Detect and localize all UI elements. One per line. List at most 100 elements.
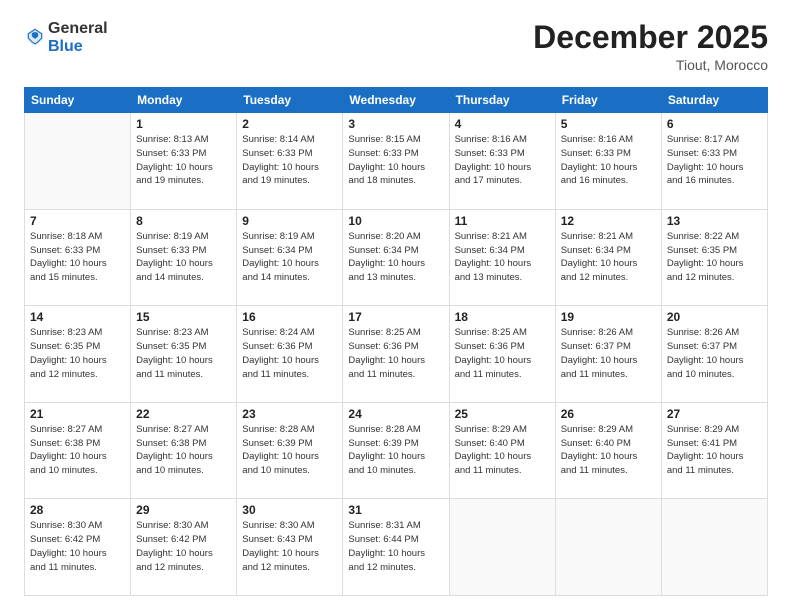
calendar-week-2: 7Sunrise: 8:18 AM Sunset: 6:33 PM Daylig… xyxy=(25,209,768,306)
weekday-header-tuesday: Tuesday xyxy=(237,88,343,113)
day-info: Sunrise: 8:30 AM Sunset: 6:42 PM Dayligh… xyxy=(136,519,231,574)
day-info: Sunrise: 8:17 AM Sunset: 6:33 PM Dayligh… xyxy=(667,133,762,188)
calendar-cell xyxy=(555,499,661,596)
calendar-cell: 15Sunrise: 8:23 AM Sunset: 6:35 PM Dayli… xyxy=(131,306,237,403)
day-number: 3 xyxy=(348,117,443,131)
calendar-cell: 18 Sunrise: 8:25 AM Sunset: 6:36 PM Dayli… xyxy=(449,306,555,403)
calendar-cell xyxy=(661,499,767,596)
calendar-cell: 17Sunrise: 8:25 AM Sunset: 6:36 PM Dayli… xyxy=(343,306,449,403)
calendar-cell: 26Sunrise: 8:29 AM Sunset: 6:40 PM Dayli… xyxy=(555,402,661,499)
day-info: Sunrise: 8:19 AM Sunset: 6:33 PM Dayligh… xyxy=(136,230,231,285)
day-number: 14 xyxy=(30,310,125,324)
day-number: 17 xyxy=(348,310,443,324)
day-number: 11 xyxy=(455,214,550,228)
weekday-header-saturday: Saturday xyxy=(661,88,767,113)
header: General Blue December 2025 Tiout, Morocc… xyxy=(24,20,768,73)
day-info: Sunrise: 8:30 AM Sunset: 6:43 PM Dayligh… xyxy=(242,519,337,574)
weekday-header-thursday: Thursday xyxy=(449,88,555,113)
day-info: Sunrise: 8:26 AM Sunset: 6:37 PM Dayligh… xyxy=(561,326,656,381)
day-info: Sunrise: 8:27 AM Sunset: 6:38 PM Dayligh… xyxy=(136,423,231,478)
day-info: Sunrise: 8:13 AM Sunset: 6:33 PM Dayligh… xyxy=(136,133,231,188)
calendar-cell: 29 Sunrise: 8:30 AM Sunset: 6:42 PM Dayli… xyxy=(131,499,237,596)
day-number: 29 xyxy=(136,503,231,517)
day-number: 7 xyxy=(30,214,125,228)
day-info: Sunrise: 8:21 AM Sunset: 6:34 PM Dayligh… xyxy=(455,230,550,285)
calendar-cell: 28Sunrise: 8:30 AM Sunset: 6:42 PM Dayli… xyxy=(25,499,131,596)
day-number: 31 xyxy=(348,503,443,517)
page: General Blue December 2025 Tiout, Morocc… xyxy=(0,0,792,612)
logo-text-blue: Blue xyxy=(48,38,83,55)
title-block: December 2025 Tiout, Morocco xyxy=(533,20,768,73)
day-number: 22 xyxy=(136,407,231,421)
day-number: 10 xyxy=(348,214,443,228)
day-number: 19 xyxy=(561,310,656,324)
weekday-header-row: SundayMondayTuesdayWednesdayThursdayFrid… xyxy=(25,88,768,113)
day-info: Sunrise: 8:14 AM Sunset: 6:33 PM Dayligh… xyxy=(242,133,337,188)
day-info: Sunrise: 8:22 AM Sunset: 6:35 PM Dayligh… xyxy=(667,230,762,285)
day-number: 8 xyxy=(136,214,231,228)
day-number: 12 xyxy=(561,214,656,228)
calendar-cell: 31 Sunrise: 8:31 AM Sunset: 6:44 PM Dayli… xyxy=(343,499,449,596)
day-number: 6 xyxy=(667,117,762,131)
day-info: Sunrise: 8:28 AM Sunset: 6:39 PM Dayligh… xyxy=(348,423,443,478)
day-info: Sunrise: 8:15 AM Sunset: 6:33 PM Dayligh… xyxy=(348,133,443,188)
day-info: Sunrise: 8:30 AM Sunset: 6:42 PM Dayligh… xyxy=(30,519,125,574)
day-number: 15 xyxy=(136,310,231,324)
day-number: 1 xyxy=(136,117,231,131)
day-info: Sunrise: 8:16 AM Sunset: 6:33 PM Dayligh… xyxy=(455,133,550,188)
calendar-cell: 22 Sunrise: 8:27 AM Sunset: 6:38 PM Dayli… xyxy=(131,402,237,499)
day-info: Sunrise: 8:19 AM Sunset: 6:34 PM Dayligh… xyxy=(242,230,337,285)
calendar-cell: 5 Sunrise: 8:16 AM Sunset: 6:33 PM Daylig… xyxy=(555,113,661,210)
day-info: Sunrise: 8:16 AM Sunset: 6:33 PM Dayligh… xyxy=(561,133,656,188)
day-info: Sunrise: 8:29 AM Sunset: 6:40 PM Dayligh… xyxy=(455,423,550,478)
day-info: Sunrise: 8:25 AM Sunset: 6:36 PM Dayligh… xyxy=(455,326,550,381)
day-number: 27 xyxy=(667,407,762,421)
calendar-week-3: 14 Sunrise: 8:23 AM Sunset: 6:35 PM Dayli… xyxy=(25,306,768,403)
day-number: 18 xyxy=(455,310,550,324)
day-number: 2 xyxy=(242,117,337,131)
calendar-cell: 21Sunrise: 8:27 AM Sunset: 6:38 PM Dayli… xyxy=(25,402,131,499)
calendar-cell: 23Sunrise: 8:28 AM Sunset: 6:39 PM Dayli… xyxy=(237,402,343,499)
calendar-week-4: 21Sunrise: 8:27 AM Sunset: 6:38 PM Dayli… xyxy=(25,402,768,499)
calendar-cell: 3 Sunrise: 8:15 AM Sunset: 6:33 PM Daylig… xyxy=(343,113,449,210)
day-info: Sunrise: 8:29 AM Sunset: 6:40 PM Dayligh… xyxy=(561,423,656,478)
calendar-week-1: 1 Sunrise: 8:13 AM Sunset: 6:33 PM Daylig… xyxy=(25,113,768,210)
calendar-cell: 16 Sunrise: 8:24 AM Sunset: 6:36 PM Dayli… xyxy=(237,306,343,403)
day-number: 13 xyxy=(667,214,762,228)
calendar-cell: 12 Sunrise: 8:21 AM Sunset: 6:34 PM Dayli… xyxy=(555,209,661,306)
day-number: 25 xyxy=(455,407,550,421)
calendar-cell: 1 Sunrise: 8:13 AM Sunset: 6:33 PM Daylig… xyxy=(131,113,237,210)
day-info: Sunrise: 8:24 AM Sunset: 6:36 PM Dayligh… xyxy=(242,326,337,381)
calendar-cell: 24 Sunrise: 8:28 AM Sunset: 6:39 PM Dayli… xyxy=(343,402,449,499)
day-info: Sunrise: 8:21 AM Sunset: 6:34 PM Dayligh… xyxy=(561,230,656,285)
day-number: 9 xyxy=(242,214,337,228)
logo: General Blue xyxy=(24,20,108,56)
day-info: Sunrise: 8:31 AM Sunset: 6:44 PM Dayligh… xyxy=(348,519,443,574)
calendar-cell: 19 Sunrise: 8:26 AM Sunset: 6:37 PM Dayli… xyxy=(555,306,661,403)
calendar-table: SundayMondayTuesdayWednesdayThursdayFrid… xyxy=(24,87,768,596)
calendar-cell: 2 Sunrise: 8:14 AM Sunset: 6:33 PM Daylig… xyxy=(237,113,343,210)
calendar-cell: 30Sunrise: 8:30 AM Sunset: 6:43 PM Dayli… xyxy=(237,499,343,596)
weekday-header-monday: Monday xyxy=(131,88,237,113)
logo-icon xyxy=(24,25,46,47)
weekday-header-wednesday: Wednesday xyxy=(343,88,449,113)
calendar-cell: 9 Sunrise: 8:19 AM Sunset: 6:34 PM Daylig… xyxy=(237,209,343,306)
day-number: 24 xyxy=(348,407,443,421)
weekday-header-sunday: Sunday xyxy=(25,88,131,113)
day-info: Sunrise: 8:20 AM Sunset: 6:34 PM Dayligh… xyxy=(348,230,443,285)
day-number: 5 xyxy=(561,117,656,131)
calendar-cell xyxy=(25,113,131,210)
calendar-cell: 4 Sunrise: 8:16 AM Sunset: 6:33 PM Daylig… xyxy=(449,113,555,210)
calendar-cell: 7Sunrise: 8:18 AM Sunset: 6:33 PM Daylig… xyxy=(25,209,131,306)
day-number: 16 xyxy=(242,310,337,324)
calendar-cell: 11 Sunrise: 8:21 AM Sunset: 6:34 PM Dayli… xyxy=(449,209,555,306)
calendar-cell: 25 Sunrise: 8:29 AM Sunset: 6:40 PM Dayli… xyxy=(449,402,555,499)
calendar-cell: 10 Sunrise: 8:20 AM Sunset: 6:34 PM Dayli… xyxy=(343,209,449,306)
calendar-week-5: 28Sunrise: 8:30 AM Sunset: 6:42 PM Dayli… xyxy=(25,499,768,596)
calendar-cell: 14 Sunrise: 8:23 AM Sunset: 6:35 PM Dayli… xyxy=(25,306,131,403)
day-info: Sunrise: 8:27 AM Sunset: 6:38 PM Dayligh… xyxy=(30,423,125,478)
calendar-cell: 6 Sunrise: 8:17 AM Sunset: 6:33 PM Daylig… xyxy=(661,113,767,210)
day-info: Sunrise: 8:23 AM Sunset: 6:35 PM Dayligh… xyxy=(30,326,125,381)
day-number: 4 xyxy=(455,117,550,131)
calendar-cell: 8 Sunrise: 8:19 AM Sunset: 6:33 PM Daylig… xyxy=(131,209,237,306)
